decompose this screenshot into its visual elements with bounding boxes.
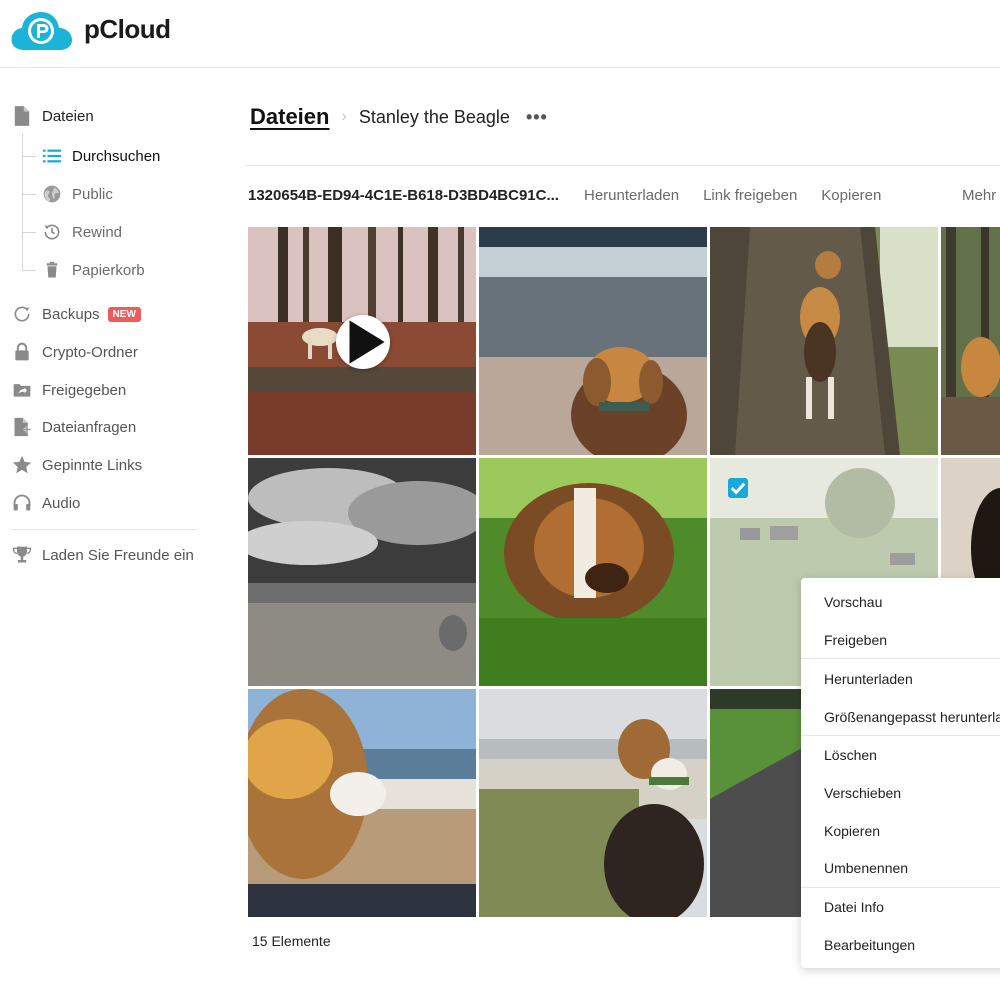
menu-item-copy[interactable]: Kopieren [824,823,880,843]
sidebar-item-crypto-ordner[interactable]: Crypto-Ordner [10,337,138,367]
tree-tick [22,156,36,157]
photo-tile[interactable] [248,227,476,455]
beagle-sea-photo [479,227,707,455]
photo-tile[interactable] [710,227,938,455]
menu-item-download[interactable]: Herunterladen [824,671,913,691]
sidebar-item-label: Gepinnte Links [42,456,143,474]
sidebar-item-label: Public [72,185,113,203]
photo-tile[interactable] [479,458,707,686]
beagle-tree-photo [710,227,938,455]
action-bar: 1320654B-ED94-4C1E-B618-D3BD4BC91C... He… [248,178,1000,212]
beagle-grass-photo [479,458,707,686]
pcloud-logo-icon[interactable] [10,10,72,52]
sidebar-item-label: Rewind [72,223,123,241]
menu-divider [801,658,1000,659]
sidebar-item-backups[interactable]: Backups NEW [10,299,141,329]
file-request-icon [10,415,34,439]
photo-tile[interactable] [941,227,1000,455]
share-link-button[interactable]: Link freigeben [703,187,797,204]
menu-divider [801,735,1000,736]
item-count: 15 Elemente [252,933,331,949]
tree-tick [22,232,36,233]
photo-tile[interactable] [248,689,476,917]
menu-item-delete[interactable]: Löschen [824,747,877,767]
checkbox-checked-icon[interactable] [728,478,748,498]
new-badge: NEW [107,306,141,322]
chevron-right-icon: › [341,108,347,125]
menu-item-rename[interactable]: Umbenennen [824,860,908,880]
beach-clouds-bw-photo [248,458,476,686]
menu-item-preview[interactable]: Vorschau [824,594,882,614]
breadcrumb: Dateien › Stanley the Beagle ••• [250,100,548,134]
sidebar-divider [10,529,198,530]
menu-item-share[interactable]: Freigeben [824,632,887,652]
sidebar-item-label: Papierkorb [72,261,145,279]
sidebar-item-freigegeben[interactable]: Freigegeben [10,375,126,405]
context-menu: Vorschau Freigeben Herunterladen Größena… [801,578,1000,968]
sidebar-item-label: Dateianfragen [42,418,137,436]
sidebar-item-invite[interactable]: Laden Sie Freunde ein [10,540,194,570]
beagle-beach-closeup-photo [248,689,476,917]
more-button[interactable]: Mehr [962,187,996,204]
sidebar-item-label: Durchsuchen [72,147,161,165]
shared-folder-icon [10,378,34,402]
menu-item-move[interactable]: Verschieben [824,785,901,805]
sidebar-item-dateien[interactable]: Dateien [10,101,94,131]
sidebar-item-papierkorb[interactable]: Papierkorb [40,255,145,285]
sidebar-item-audio[interactable]: Audio [10,488,80,518]
breadcrumb-current: Stanley the Beagle [358,106,510,127]
backup-icon [10,302,34,326]
star-icon [10,453,34,477]
lock-icon [10,340,34,364]
app-name: pCloud [84,14,171,44]
sidebar-item-rewind[interactable]: Rewind [40,217,122,247]
menu-divider [801,887,1000,888]
file-icon [10,104,34,128]
menu-item-file-info[interactable]: Datei Info [824,899,884,919]
trash-icon [40,258,64,282]
sidebar-item-label: Dateien [42,107,94,125]
play-icon[interactable] [336,315,390,369]
menu-item-download-resized[interactable]: Größenangepasst herunterladen [824,709,1000,729]
trophy-icon [10,543,34,567]
more-options-button[interactable]: ••• [526,107,548,128]
divider [246,165,1000,166]
copy-button[interactable]: Kopieren [821,187,881,204]
tree-tick [22,270,36,271]
selected-file-name: 1320654B-ED94-4C1E-B618-D3BD4BC91C... [248,186,559,204]
photo-tile[interactable] [479,227,707,455]
headphones-icon [10,491,34,515]
tree-tick [22,194,36,195]
photo-tile[interactable] [479,689,707,917]
sidebar-item-dateianfragen[interactable]: Dateianfragen [10,412,136,442]
list-icon [40,144,64,168]
sidebar-item-label: Laden Sie Freunde ein [42,546,194,564]
photo-tile[interactable] [248,458,476,686]
sidebar-item-public[interactable]: Public [40,179,113,209]
top-bar: pCloud [0,0,1000,68]
beagle-forest-photo [941,227,1000,455]
tree-line [22,134,23,270]
breadcrumb-root[interactable]: Dateien [250,104,329,130]
globe-icon [40,182,64,206]
sidebar-item-label: Crypto-Ordner [42,343,138,361]
sidebar-item-durchsuchen[interactable]: Durchsuchen [40,141,160,171]
sidebar-item-label: Freigegeben [42,381,127,399]
download-button[interactable]: Herunterladen [584,187,679,204]
sidebar-item-gepinnte-links[interactable]: Gepinnte Links [10,450,142,480]
sidebar-item-label: Audio [42,494,81,512]
history-icon [40,220,64,244]
sidebar-item-label: Backups [42,305,100,323]
beagle-beach-sitting-photo [479,689,707,917]
menu-item-revisions[interactable]: Bearbeitungen [824,937,915,957]
